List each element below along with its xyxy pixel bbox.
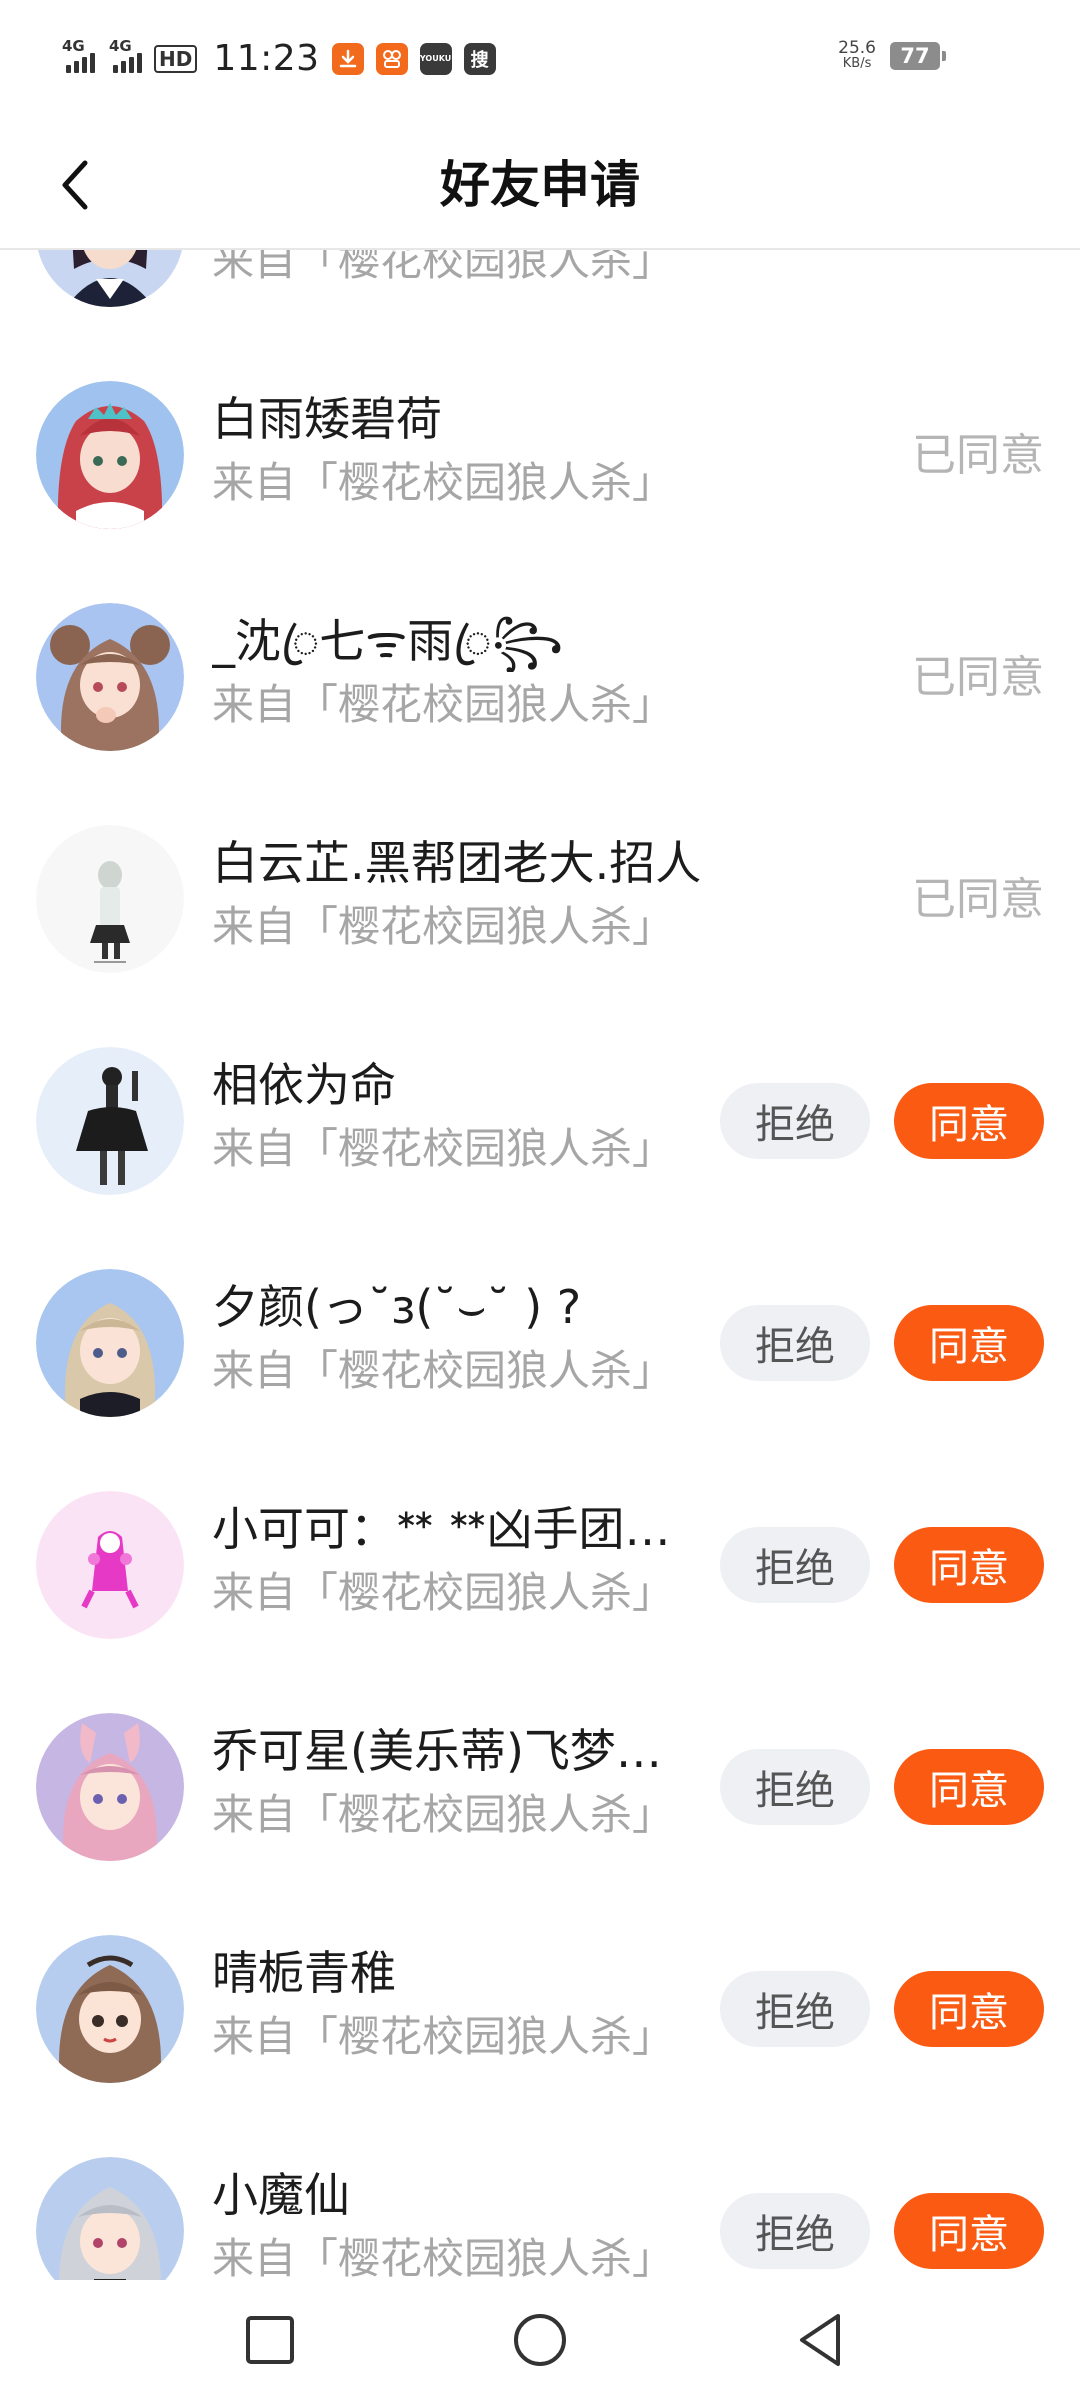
request-source: 来自「樱花校园狼人杀」 [212,458,675,507]
friend-request-row[interactable]: 小魔仙 来自「樱花校园狼人杀」 拒绝 同意 [0,2120,1080,2280]
accept-button[interactable]: 同意 [894,1527,1044,1603]
accepted-status: 已同意 [912,874,1044,925]
requester-name: 小可可：ᕯ ᕯ凶手团… [212,1502,671,1556]
friend-request-row[interactable]: 小可可：ᕯ ᕯ凶手团… 来自「樱花校园狼人杀」 拒绝 同意 [0,1454,1080,1676]
avatar[interactable] [36,825,184,973]
requester-name: _沈ꦿ七ᯤ雨ꦿ꧂ [212,614,564,668]
friend-request-row[interactable]: 相依为命 来自「樱花校园狼人杀」 拒绝 同意 [0,1010,1080,1232]
requester-name: 夕颜(っ˘з(˘⌣˘ ) ? [212,1280,582,1334]
signal-2-icon: 4G [107,37,142,73]
accepted-status: 已同意 [912,652,1044,703]
requester-name: 乔可星(美乐蒂)飞梦… [212,1724,662,1778]
request-source: 来自「樱花校园狼人杀」 [212,902,675,951]
page-title: 好友申请 [440,156,640,214]
avatar[interactable] [36,1713,184,1861]
friend-request-row[interactable]: 乔可星(美乐蒂)飞梦… 来自「樱花校园狼人杀」 拒绝 同意 [0,1676,1080,1898]
accept-button[interactable]: 同意 [894,1749,1044,1825]
sogou-search-icon: 搜 [463,42,496,75]
network-speed: 25.6 KB/s [838,38,876,72]
home-circle-icon [514,2314,566,2366]
reject-button[interactable]: 拒绝 [720,1749,870,1825]
friend-request-row[interactable]: 晴栀青稚 来自「樱花校园狼人杀」 拒绝 同意 [0,1898,1080,2120]
top-bar: 好友申请 [0,120,1080,250]
accept-button[interactable]: 同意 [894,1083,1044,1159]
requester-name: 小魔仙 [212,2168,350,2222]
reject-button[interactable]: 拒绝 [720,1305,870,1381]
signal-1-label: 4G [62,36,85,55]
avatar[interactable] [36,1935,184,2083]
status-bar: 4G 4G HD 11:23 YOUKU 搜 25.6 KB/s 77 [0,0,1080,120]
battery-level: 77 [900,44,930,68]
accept-button[interactable]: 同意 [894,2193,1044,2269]
system-navigation-bar [0,2280,1080,2400]
download-icon [331,42,364,75]
back-triangle-icon [800,2314,840,2366]
request-source: 来自「樱花校园狼人杀」 [212,680,675,729]
avatar[interactable] [36,2157,184,2280]
hd-icon: HD [154,44,198,73]
avatar[interactable] [36,1491,184,1639]
accept-button[interactable]: 同意 [894,1971,1044,2047]
signal-2-label: 4G [109,36,132,55]
friend-request-list[interactable]: 来自「樱花校园狼人杀」 白雨矮碧荷 来自「樱花校园狼人杀」 已同意 _沈ꦿ七ᯤ雨… [0,250,1080,2280]
clock: 11:23 [213,38,320,79]
request-source: 来自「樱花校园狼人杀」 [212,1568,675,1617]
avatar[interactable] [36,1269,184,1417]
reject-button[interactable]: 拒绝 [720,1971,870,2047]
friend-request-row[interactable]: 夕颜(っ˘з(˘⌣˘ ) ? 来自「樱花校园狼人杀」 拒绝 同意 [0,1232,1080,1454]
home-button[interactable] [510,2310,570,2370]
friend-request-row[interactable]: _沈ꦿ七ᯤ雨ꦿ꧂ 来自「樱花校园狼人杀」 已同意 [0,566,1080,788]
youku-icon: YOUKU [419,42,452,75]
request-source: 来自「樱花校园狼人杀」 [212,2012,675,2061]
request-source: 来自「樱花校园狼人杀」 [212,1346,675,1395]
request-source: 来自「樱花校园狼人杀」 [212,250,675,285]
accepted-status: 已同意 [912,430,1044,481]
reject-button[interactable]: 拒绝 [720,1527,870,1603]
requester-name: 白雨矮碧荷 [212,392,442,446]
reject-button[interactable]: 拒绝 [720,2193,870,2269]
accept-button[interactable]: 同意 [894,1305,1044,1381]
request-source: 来自「樱花校园狼人杀」 [212,1790,675,1839]
request-source: 来自「樱花校园狼人杀」 [212,2234,675,2280]
reject-button[interactable]: 拒绝 [720,1083,870,1159]
friend-request-row[interactable]: 来自「樱花校园狼人杀」 [0,250,1080,344]
avatar[interactable] [36,1047,184,1195]
back-nav-button[interactable] [790,2310,850,2370]
requester-name: 相依为命 [212,1058,396,1112]
recents-button[interactable] [240,2310,300,2370]
friend-request-row[interactable]: 白雨矮碧荷 来自「樱花校园狼人杀」 已同意 [0,344,1080,566]
avatar[interactable] [36,250,184,307]
kuaishou-icon [375,42,408,75]
requester-name: 白云芷.黑帮团老大.招人 [212,836,702,890]
requester-name: 晴栀青稚 [212,1946,396,2000]
avatar[interactable] [36,603,184,751]
recents-square-icon [246,2316,294,2364]
signal-1-icon: 4G [60,37,95,73]
request-source: 来自「樱花校园狼人杀」 [212,1124,675,1173]
friend-request-row[interactable]: 白云芷.黑帮团老大.招人 来自「樱花校园狼人杀」 已同意 [0,788,1080,1010]
battery-icon: 77 [890,42,946,70]
avatar[interactable] [36,381,184,529]
